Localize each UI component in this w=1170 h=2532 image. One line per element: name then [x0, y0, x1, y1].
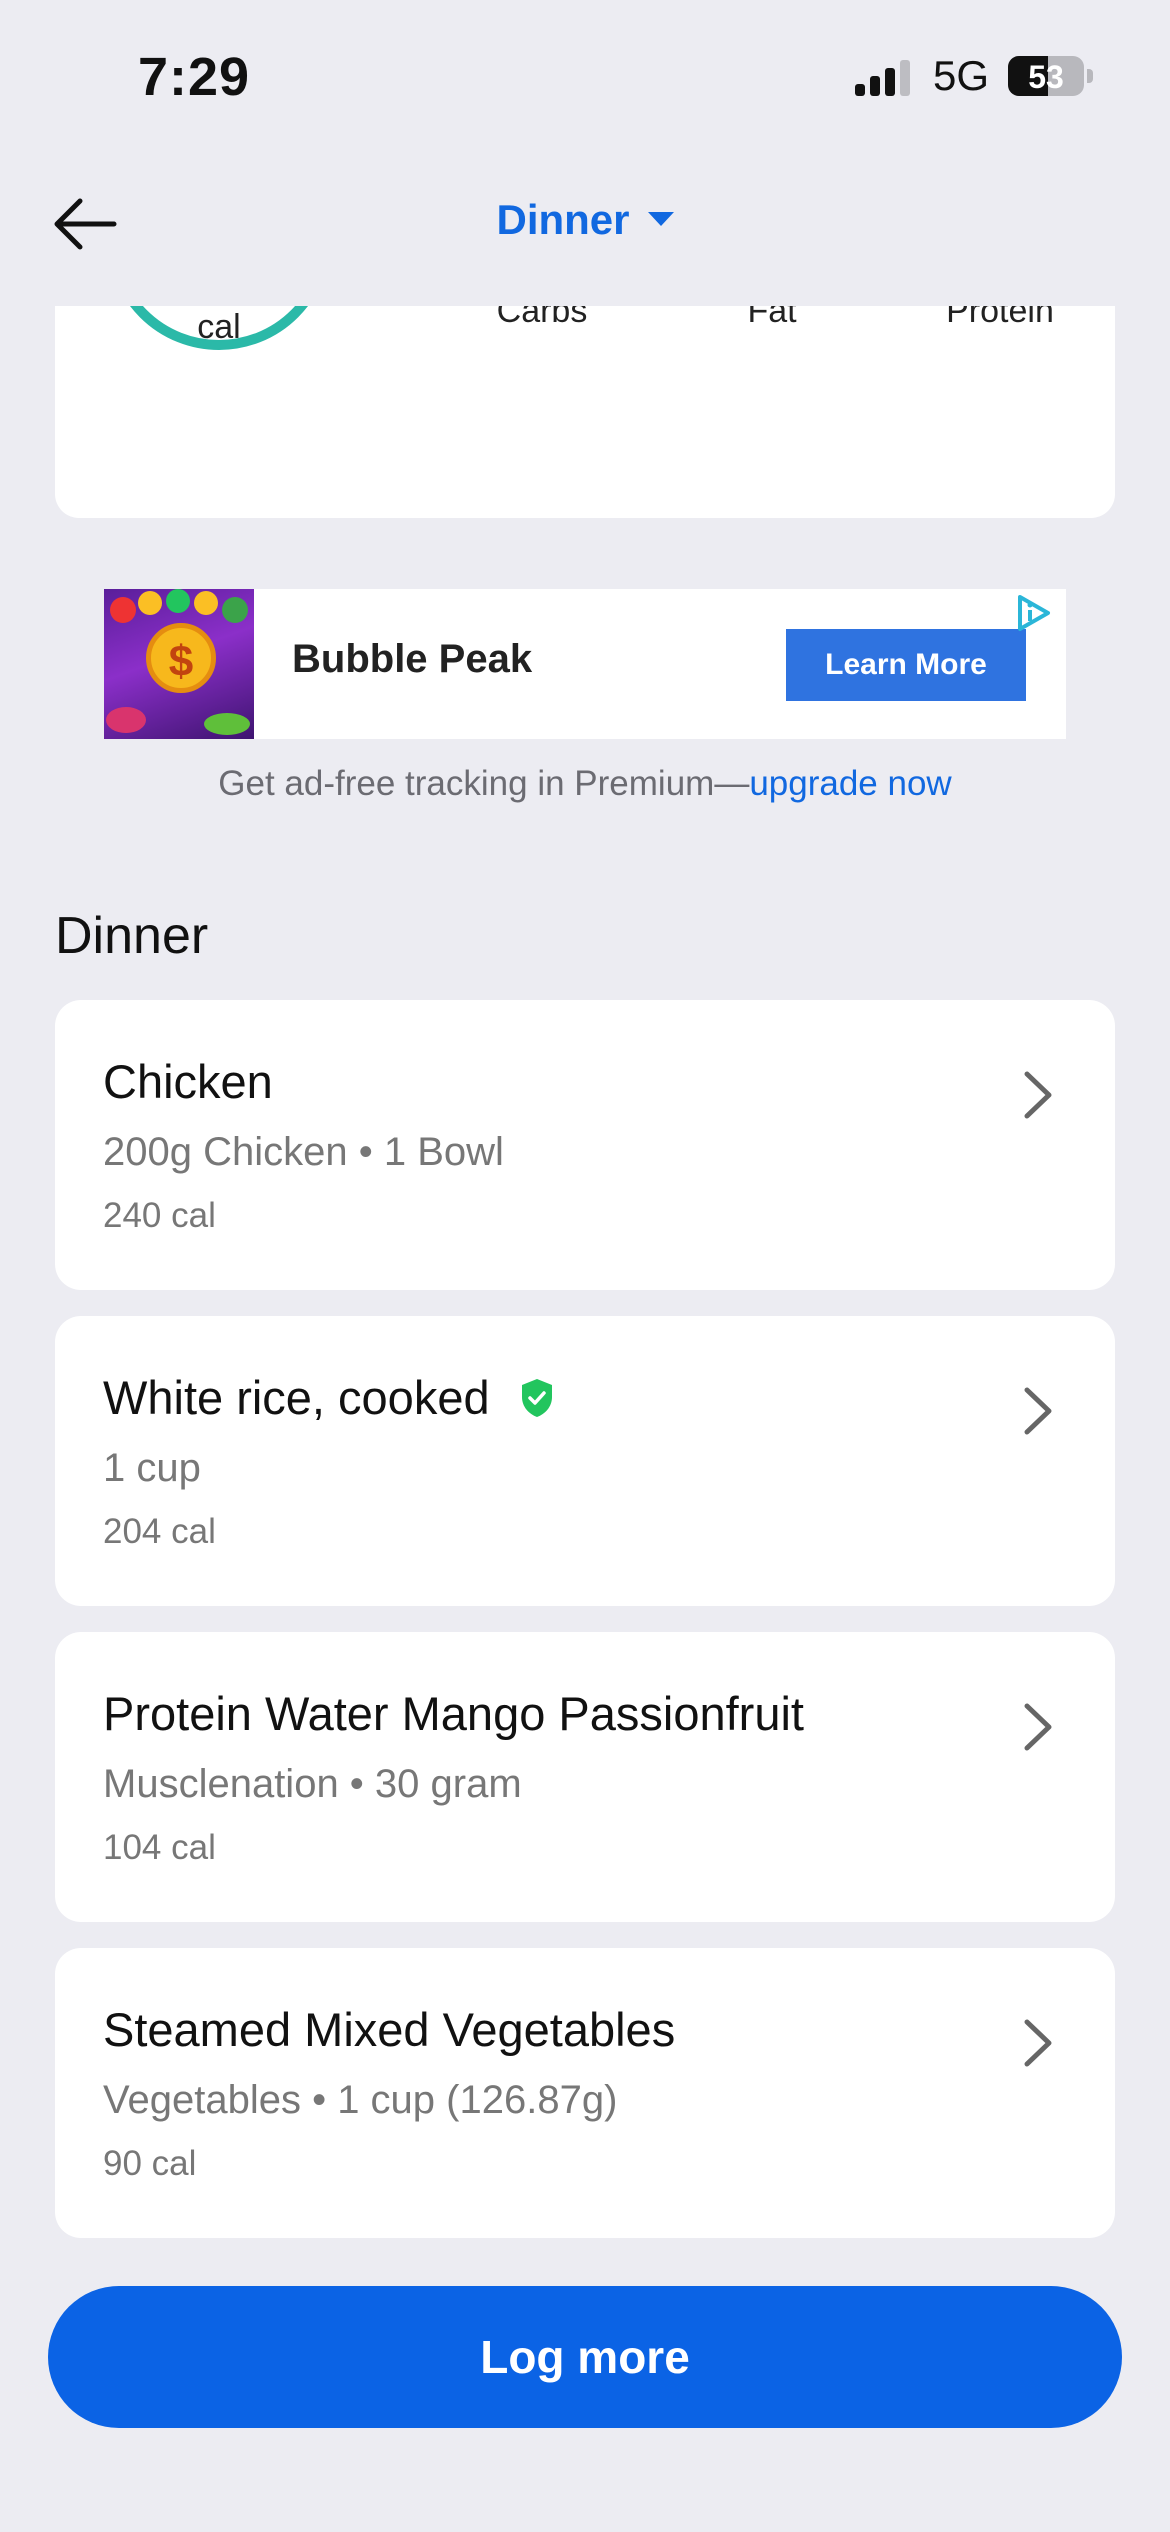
- ad-learn-more-button[interactable]: Learn More: [786, 629, 1026, 701]
- food-name: Protein Water Mango Passionfruit: [103, 1687, 804, 1740]
- food-name: Steamed Mixed Vegetables: [103, 2003, 676, 2056]
- status-time: 7:29: [138, 47, 251, 107]
- food-calories: 104 cal: [103, 1828, 216, 1867]
- ad-title: Bubble Peak: [292, 637, 533, 681]
- caret-down-icon: [647, 212, 674, 226]
- macro-label: Carbs: [496, 306, 588, 330]
- premium-upsell: Get ad-free tracking in Premium—upgrade …: [0, 764, 1170, 804]
- cellular-signal-icon: [855, 58, 915, 96]
- upgrade-now-link[interactable]: upgrade now: [749, 764, 951, 803]
- food-serving: 1 cup: [103, 1446, 201, 1490]
- ad-choices-icon[interactable]: [1012, 593, 1052, 633]
- ad-game-image: $: [104, 589, 254, 739]
- food-brand: Vegetables: [103, 2078, 301, 2122]
- battery-icon: 53: [1008, 56, 1084, 96]
- food-item-card[interactable]: Steamed Mixed Vegetables Vegetables • 1 …: [55, 1948, 1115, 2238]
- food-name-row: White rice, cooked: [103, 1370, 554, 1425]
- section-title: Dinner: [55, 907, 209, 965]
- meal-selector-dropdown[interactable]: Dinner: [0, 196, 1170, 244]
- nutrition-summary-card[interactable]: cal 0 g Carbs 0 g Fat 0 g Protein: [55, 306, 1115, 518]
- macro-carbs: 0 g Carbs: [467, 306, 617, 331]
- food-serving: 30 gram: [374, 1762, 522, 1806]
- calorie-unit-label: cal: [197, 308, 241, 346]
- macro-protein: 0 g Protein: [925, 306, 1075, 331]
- food-name: Chicken: [103, 1055, 273, 1108]
- food-item-card[interactable]: White rice, cooked 1 cup 204 cal: [55, 1316, 1115, 1606]
- food-calories: 204 cal: [103, 1512, 216, 1551]
- food-brand: Musclenation: [103, 1762, 339, 1806]
- food-detail: Musclenation • 30 gram: [103, 1762, 522, 1806]
- food-serving: 1 Bowl: [383, 1130, 504, 1174]
- summary-card-viewport: cal 0 g Carbs 0 g Fat 0 g Protein: [0, 306, 1170, 520]
- chevron-right-icon: [1024, 1071, 1052, 1119]
- ad-banner[interactable]: $ Bubble Peak Learn More: [104, 589, 1066, 739]
- food-item-card[interactable]: Protein Water Mango Passionfruit Musclen…: [55, 1632, 1115, 1922]
- network-type: 5G: [933, 52, 990, 99]
- food-serving: 1 cup (126.87g): [337, 2078, 618, 2122]
- status-bar: 7:29 5G 53: [0, 0, 1170, 150]
- chevron-right-icon: [1024, 1703, 1052, 1751]
- food-detail: Vegetables • 1 cup (126.87g): [103, 2078, 618, 2122]
- food-calories: 240 cal: [103, 1196, 216, 1235]
- food-brand: 200g Chicken: [103, 1130, 348, 1174]
- food-item-card[interactable]: Chicken 200g Chicken • 1 Bowl 240 cal: [55, 1000, 1115, 1290]
- log-more-button[interactable]: Log more: [48, 2286, 1122, 2428]
- macro-fat: 0 g Fat: [697, 306, 847, 331]
- home-indicator-area: [0, 2452, 1170, 2532]
- chevron-right-icon: [1024, 2019, 1052, 2067]
- food-detail: 200g Chicken • 1 Bowl: [103, 1130, 504, 1174]
- verified-shield-icon: [521, 1379, 552, 1417]
- food-name: White rice, cooked: [103, 1371, 490, 1424]
- battery-level: 53: [1028, 59, 1064, 95]
- food-calories: 90 cal: [103, 2144, 197, 2183]
- meal-selector-label: Dinner: [496, 196, 630, 243]
- battery-tip: [1087, 69, 1093, 83]
- macro-label: Protein: [946, 306, 1054, 330]
- chevron-right-icon: [1024, 1387, 1052, 1435]
- dollar-coin-icon: $: [146, 623, 216, 693]
- premium-text: Get ad-free tracking in Premium—: [218, 764, 750, 803]
- macro-label: Fat: [747, 306, 797, 330]
